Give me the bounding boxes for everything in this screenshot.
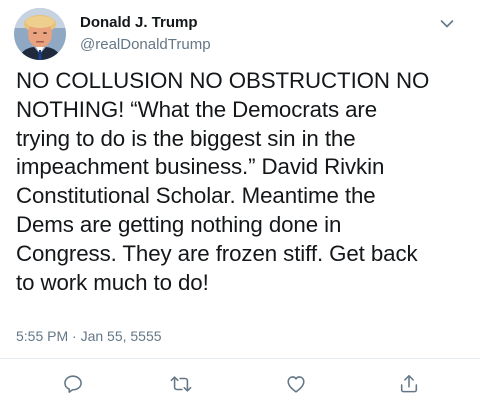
chevron-down-icon[interactable] bbox=[440, 16, 454, 28]
divider bbox=[0, 358, 480, 359]
like-button[interactable] bbox=[282, 370, 310, 398]
tweet-text-line: trying to do is the biggest sin in the bbox=[16, 125, 356, 151]
retweet-button[interactable] bbox=[167, 370, 195, 398]
author-display-name[interactable]: Donald J. Trump bbox=[80, 14, 198, 32]
tweet-text-line: Dems are getting nothing done in bbox=[16, 211, 342, 237]
retweet-icon bbox=[170, 376, 192, 392]
tweet-text-line: NO COLLUSION NO OBSTRUCTION NO bbox=[16, 68, 430, 93]
avatar-image bbox=[14, 8, 66, 60]
share-button[interactable] bbox=[395, 370, 423, 398]
reply-button[interactable] bbox=[59, 370, 87, 398]
tweet-text-line: impeachment business.” David Rivkin bbox=[16, 154, 385, 180]
tweet-text-line: NOTHING! “What the Democrats are bbox=[16, 96, 378, 122]
tweet-card: Donald J. Trump @realDonaldTrump NO COLL… bbox=[0, 0, 480, 410]
reply-icon bbox=[64, 375, 82, 393]
share-icon bbox=[400, 374, 418, 393]
tweet-text-line: to work much to do! bbox=[16, 269, 209, 295]
tweet-timestamp[interactable]: 5:55 PM · Jan 55, 5555 bbox=[16, 327, 162, 345]
author-handle[interactable]: @realDonaldTrump bbox=[80, 36, 211, 54]
avatar[interactable] bbox=[14, 8, 66, 60]
tweet-text-line: Congress. They are frozen stiff. Get bac… bbox=[16, 240, 418, 266]
tweet-text-line: Constitutional Scholar. Meantime the bbox=[16, 183, 376, 209]
heart-icon bbox=[287, 376, 305, 393]
tweet-text: NO COLLUSION NO OBSTRUCTION NO NOTHING! … bbox=[16, 67, 476, 297]
